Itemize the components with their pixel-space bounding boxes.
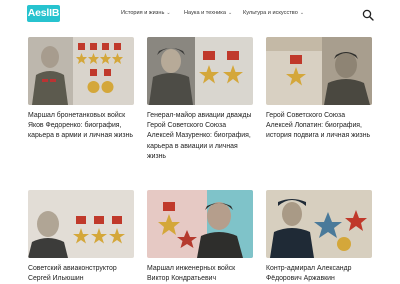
chevron-down-icon: ⌄: [166, 10, 171, 16]
article-thumbnail[interactable]: [147, 37, 253, 105]
search-icon[interactable]: [362, 8, 374, 21]
nav-item-label: Культура и искусство: [243, 10, 298, 16]
site-logo[interactable]: AeslIB: [27, 5, 60, 22]
nav-item-culture[interactable]: Культура и искусство ⌄: [243, 9, 304, 17]
chevron-down-icon: ⌄: [299, 10, 305, 16]
article-title[interactable]: Контр-адмирал Александр Фёдорович Аржавк…: [266, 264, 372, 284]
article-title[interactable]: Генерал-майор авиации дважды Герой Совет…: [147, 111, 253, 162]
site-header: AeslIB История и жизнь ⌄ Наука и техника ⌄…: [0, 0, 400, 30]
nav-item-label: История и жизнь: [121, 10, 165, 16]
article-title[interactable]: Советский авиаконструктор Сергей Ильюшин: [28, 264, 134, 284]
chevron-down-icon: ⌄: [227, 10, 233, 16]
article-title[interactable]: Маршал бронетанковых войск Яков Федоренк…: [28, 111, 134, 142]
article-title[interactable]: Маршал инженерных войск Виктор Кондратье…: [147, 264, 253, 284]
article-thumbnail[interactable]: [266, 37, 372, 105]
article-thumbnail[interactable]: [266, 190, 372, 258]
nav-item-history[interactable]: История и жизнь ⌄: [121, 9, 171, 17]
nav-item-label: Наука и техника: [184, 10, 226, 16]
nav-item-science[interactable]: Наука и техника ⌄: [184, 9, 232, 17]
article-thumbnail[interactable]: [28, 190, 134, 258]
article-title[interactable]: Герой Советского Союза Алексей Лопатин: …: [266, 111, 372, 142]
article-thumbnail[interactable]: [28, 37, 134, 105]
article-thumbnail[interactable]: [147, 190, 253, 258]
